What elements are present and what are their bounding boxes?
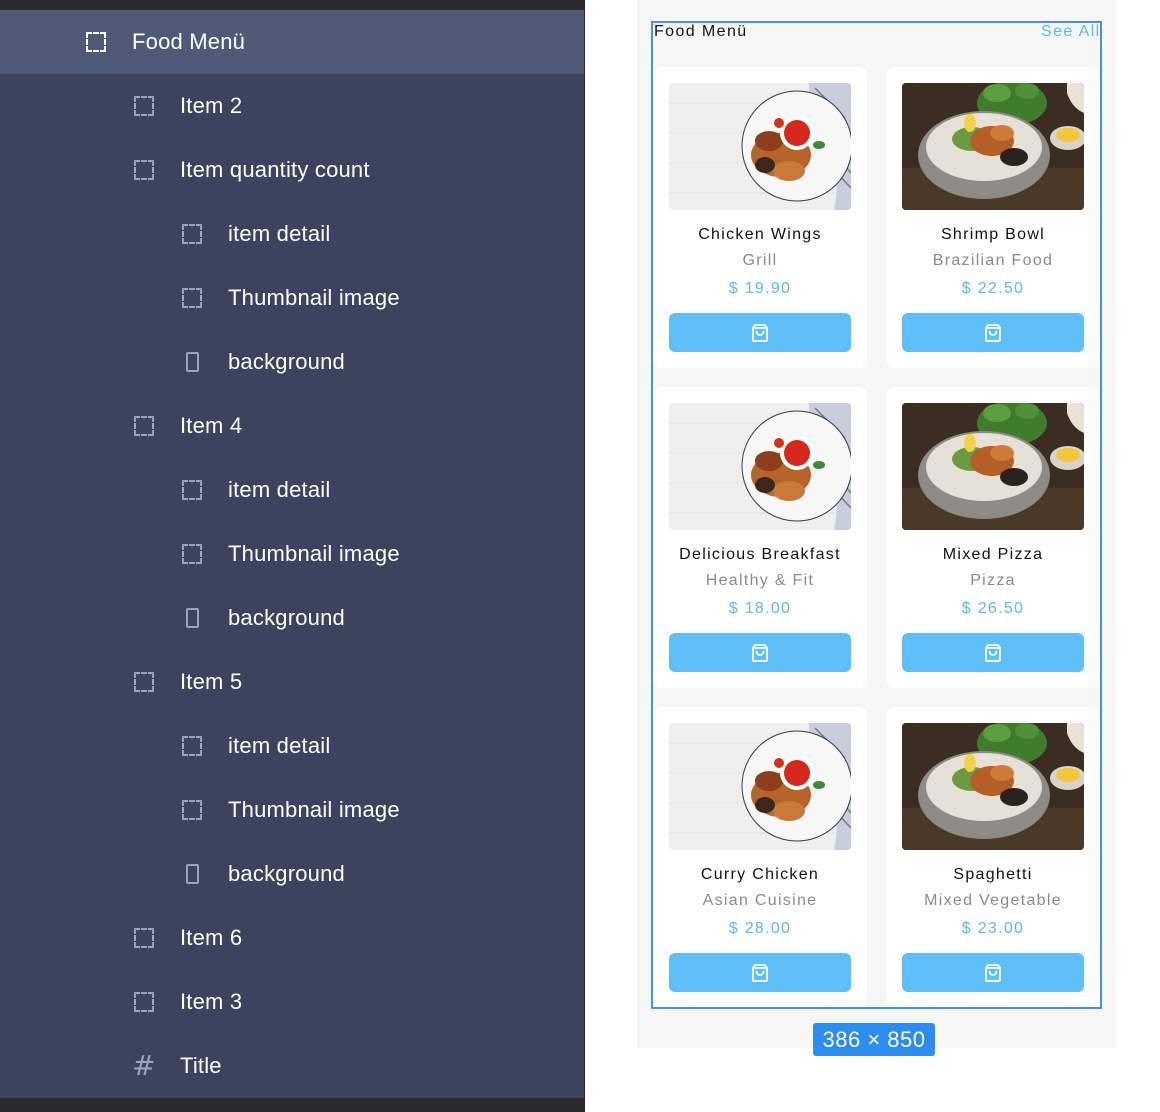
panel-divider (584, 0, 585, 1112)
layer-item-4[interactable]: Item 4 (0, 394, 584, 458)
layer-title[interactable]: # Title (0, 1034, 584, 1098)
hash-frame-icon: # (132, 1049, 156, 1082)
selection-size-badge: 386 × 850 (813, 1023, 935, 1056)
layer-label: Title (180, 1053, 222, 1078)
frame-dashed-icon (180, 542, 204, 566)
layer-item-5[interactable]: Item 5 (0, 650, 584, 714)
layer-label: Item 5 (180, 669, 243, 694)
layer-label: Item 3 (180, 989, 243, 1014)
frame-dashed-icon (180, 222, 204, 246)
layer-label: Item 2 (180, 93, 243, 118)
rectangle-icon (180, 862, 204, 886)
layer-label: Food Menü (132, 29, 246, 54)
layer-item-2[interactable]: Item 2 (0, 74, 584, 138)
layer-background[interactable]: background (0, 842, 584, 906)
layer-background[interactable]: background (0, 330, 584, 394)
rectangle-icon (180, 606, 204, 630)
layer-label: background (228, 349, 345, 374)
layer-item-detail[interactable]: item detail (0, 714, 584, 778)
layer-food-menu[interactable]: Food Menü (0, 10, 584, 74)
layer-thumbnail-image[interactable]: Thumbnail image (0, 266, 584, 330)
frame-dashed-icon (132, 926, 156, 950)
panel-top-strip (0, 0, 585, 10)
layer-label: item detail (228, 221, 331, 246)
layer-label: Item quantity count (180, 157, 370, 182)
panel-bottom-strip (0, 1098, 585, 1112)
frame-dashed-icon (132, 414, 156, 438)
frame-dashed-icon (84, 30, 108, 54)
frame-dashed-icon (132, 990, 156, 1014)
layer-label: Item 4 (180, 413, 243, 438)
layer-thumbnail-image[interactable]: Thumbnail image (0, 522, 584, 586)
layer-label: Thumbnail image (228, 541, 400, 566)
layer-label: Item 6 (180, 925, 243, 950)
frame-dashed-icon (132, 670, 156, 694)
frame-dashed-icon (180, 798, 204, 822)
layers-panel: Food Menü Item 2 Item quantity count ite… (0, 0, 585, 1112)
layer-label: background (228, 605, 345, 630)
layer-item-quantity-count[interactable]: Item quantity count (0, 138, 584, 202)
layer-label: item detail (228, 733, 331, 758)
layer-item-detail[interactable]: item detail (0, 202, 584, 266)
selection-outline[interactable] (651, 21, 1102, 1009)
layer-background[interactable]: background (0, 586, 584, 650)
layer-item-6[interactable]: Item 6 (0, 906, 584, 970)
layer-label: item detail (228, 477, 331, 502)
layer-label: Thumbnail image (228, 285, 400, 310)
frame-dashed-icon (180, 286, 204, 310)
frame-dashed-icon (132, 94, 156, 118)
layer-label: background (228, 861, 345, 886)
frame-dashed-icon (180, 734, 204, 758)
layer-thumbnail-image[interactable]: Thumbnail image (0, 778, 584, 842)
frame-dashed-icon (180, 478, 204, 502)
layer-item-3[interactable]: Item 3 (0, 970, 584, 1034)
layer-label: Thumbnail image (228, 797, 400, 822)
frame-dashed-icon (132, 158, 156, 182)
rectangle-icon (180, 350, 204, 374)
layer-item-detail[interactable]: item detail (0, 458, 584, 522)
